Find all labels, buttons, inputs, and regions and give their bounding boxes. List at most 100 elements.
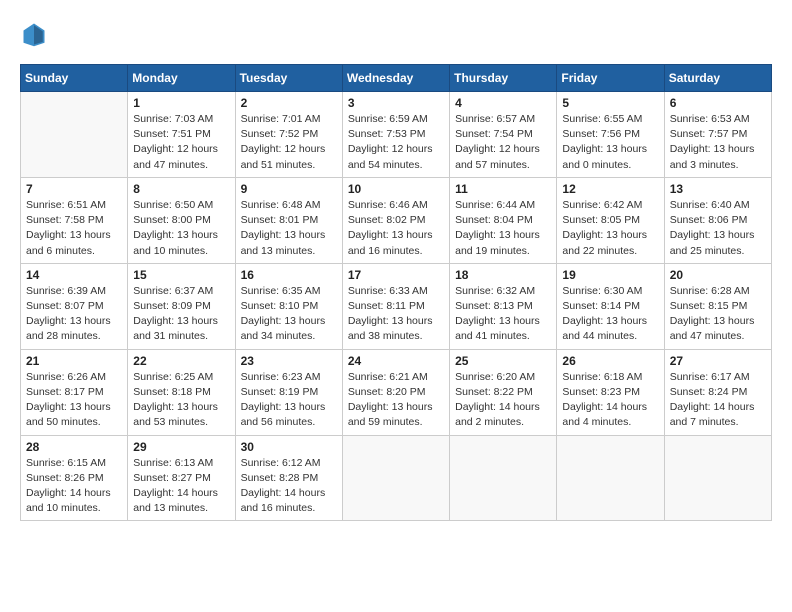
calendar-header-row: SundayMondayTuesdayWednesdayThursdayFrid… (21, 65, 772, 92)
day-number: 29 (133, 440, 229, 454)
day-info: Sunrise: 6:59 AM Sunset: 7:53 PM Dayligh… (348, 112, 444, 173)
day-info: Sunrise: 6:25 AM Sunset: 8:18 PM Dayligh… (133, 370, 229, 431)
calendar-cell: 24 Sunrise: 6:21 AM Sunset: 8:20 PM Dayli… (342, 349, 449, 435)
day-info: Sunrise: 6:40 AM Sunset: 8:06 PM Dayligh… (670, 198, 766, 259)
day-number: 18 (455, 268, 551, 282)
calendar-cell: 23Sunrise: 6:23 AM Sunset: 8:19 PM Dayli… (235, 349, 342, 435)
calendar-week-row: 21 Sunrise: 6:26 AM Sunset: 8:17 PM Dayli… (21, 349, 772, 435)
day-number: 26 (562, 354, 658, 368)
day-info: Sunrise: 6:55 AM Sunset: 7:56 PM Dayligh… (562, 112, 658, 173)
day-number: 21 (26, 354, 122, 368)
calendar-cell: 14 Sunrise: 6:39 AM Sunset: 8:07 PM Dayli… (21, 263, 128, 349)
day-info: Sunrise: 6:18 AM Sunset: 8:23 PM Dayligh… (562, 370, 658, 431)
calendar-week-row: 1Sunrise: 7:03 AM Sunset: 7:51 PM Daylig… (21, 92, 772, 178)
day-info: Sunrise: 6:37 AM Sunset: 8:09 PM Dayligh… (133, 284, 229, 345)
calendar-cell (21, 92, 128, 178)
day-number: 1 (133, 96, 229, 110)
day-number: 25 (455, 354, 551, 368)
day-number: 19 (562, 268, 658, 282)
day-info: Sunrise: 6:30 AM Sunset: 8:14 PM Dayligh… (562, 284, 658, 345)
page-header (20, 20, 772, 48)
calendar-cell (450, 435, 557, 521)
day-number: 17 (348, 268, 444, 282)
day-number: 2 (241, 96, 337, 110)
calendar-cell: 1Sunrise: 7:03 AM Sunset: 7:51 PM Daylig… (128, 92, 235, 178)
day-number: 15 (133, 268, 229, 282)
calendar-cell: 10 Sunrise: 6:46 AM Sunset: 8:02 PM Dayli… (342, 177, 449, 263)
day-info: Sunrise: 6:21 AM Sunset: 8:20 PM Dayligh… (348, 370, 444, 431)
calendar-cell: 27 Sunrise: 6:17 AM Sunset: 8:24 PM Dayli… (664, 349, 771, 435)
calendar-cell: 29 Sunrise: 6:13 AM Sunset: 8:27 PM Dayli… (128, 435, 235, 521)
day-info: Sunrise: 6:12 AM Sunset: 8:28 PM Dayligh… (241, 456, 337, 517)
day-info: Sunrise: 6:51 AM Sunset: 7:58 PM Dayligh… (26, 198, 122, 259)
calendar-cell: 20 Sunrise: 6:28 AM Sunset: 8:15 PM Dayli… (664, 263, 771, 349)
day-info: Sunrise: 6:13 AM Sunset: 8:27 PM Dayligh… (133, 456, 229, 517)
day-info: Sunrise: 6:32 AM Sunset: 8:13 PM Dayligh… (455, 284, 551, 345)
calendar-cell (342, 435, 449, 521)
day-info: Sunrise: 6:33 AM Sunset: 8:11 PM Dayligh… (348, 284, 444, 345)
calendar-cell: 15 Sunrise: 6:37 AM Sunset: 8:09 PM Dayli… (128, 263, 235, 349)
calendar-week-row: 28 Sunrise: 6:15 AM Sunset: 8:26 PM Dayli… (21, 435, 772, 521)
calendar-cell: 7 Sunrise: 6:51 AM Sunset: 7:58 PM Daylig… (21, 177, 128, 263)
day-number: 14 (26, 268, 122, 282)
day-number: 10 (348, 182, 444, 196)
day-info: Sunrise: 6:48 AM Sunset: 8:01 PM Dayligh… (241, 198, 337, 259)
calendar-cell: 30 Sunrise: 6:12 AM Sunset: 8:28 PM Dayli… (235, 435, 342, 521)
calendar-week-row: 7 Sunrise: 6:51 AM Sunset: 7:58 PM Daylig… (21, 177, 772, 263)
day-info: Sunrise: 6:46 AM Sunset: 8:02 PM Dayligh… (348, 198, 444, 259)
day-number: 7 (26, 182, 122, 196)
weekday-header: Sunday (21, 65, 128, 92)
day-info: Sunrise: 6:50 AM Sunset: 8:00 PM Dayligh… (133, 198, 229, 259)
day-number: 4 (455, 96, 551, 110)
weekday-header: Monday (128, 65, 235, 92)
day-number: 30 (241, 440, 337, 454)
calendar-cell: 21 Sunrise: 6:26 AM Sunset: 8:17 PM Dayli… (21, 349, 128, 435)
day-number: 13 (670, 182, 766, 196)
day-number: 8 (133, 182, 229, 196)
day-number: 20 (670, 268, 766, 282)
day-info: Sunrise: 6:26 AM Sunset: 8:17 PM Dayligh… (26, 370, 122, 431)
calendar-table: SundayMondayTuesdayWednesdayThursdayFrid… (20, 64, 772, 521)
day-info: Sunrise: 6:15 AM Sunset: 8:26 PM Dayligh… (26, 456, 122, 517)
weekday-header: Tuesday (235, 65, 342, 92)
day-info: Sunrise: 7:01 AM Sunset: 7:52 PM Dayligh… (241, 112, 337, 173)
day-number: 3 (348, 96, 444, 110)
day-info: Sunrise: 6:44 AM Sunset: 8:04 PM Dayligh… (455, 198, 551, 259)
calendar-cell (557, 435, 664, 521)
day-number: 27 (670, 354, 766, 368)
day-number: 22 (133, 354, 229, 368)
calendar-cell: 2 Sunrise: 7:01 AM Sunset: 7:52 PM Daylig… (235, 92, 342, 178)
calendar-cell: 26 Sunrise: 6:18 AM Sunset: 8:23 PM Dayli… (557, 349, 664, 435)
calendar-cell: 19 Sunrise: 6:30 AM Sunset: 8:14 PM Dayli… (557, 263, 664, 349)
day-info: Sunrise: 6:20 AM Sunset: 8:22 PM Dayligh… (455, 370, 551, 431)
calendar-cell: 22 Sunrise: 6:25 AM Sunset: 8:18 PM Dayli… (128, 349, 235, 435)
calendar-cell (664, 435, 771, 521)
day-info: Sunrise: 6:57 AM Sunset: 7:54 PM Dayligh… (455, 112, 551, 173)
logo (20, 20, 52, 48)
day-info: Sunrise: 6:42 AM Sunset: 8:05 PM Dayligh… (562, 198, 658, 259)
day-number: 12 (562, 182, 658, 196)
day-info: Sunrise: 6:39 AM Sunset: 8:07 PM Dayligh… (26, 284, 122, 345)
calendar-cell: 4 Sunrise: 6:57 AM Sunset: 7:54 PM Daylig… (450, 92, 557, 178)
calendar-cell: 28 Sunrise: 6:15 AM Sunset: 8:26 PM Dayli… (21, 435, 128, 521)
calendar-cell: 11 Sunrise: 6:44 AM Sunset: 8:04 PM Dayli… (450, 177, 557, 263)
calendar-week-row: 14 Sunrise: 6:39 AM Sunset: 8:07 PM Dayli… (21, 263, 772, 349)
calendar-cell: 25 Sunrise: 6:20 AM Sunset: 8:22 PM Dayli… (450, 349, 557, 435)
logo-icon (20, 20, 48, 48)
day-number: 6 (670, 96, 766, 110)
weekday-header: Friday (557, 65, 664, 92)
day-number: 24 (348, 354, 444, 368)
day-number: 28 (26, 440, 122, 454)
day-number: 11 (455, 182, 551, 196)
day-info: Sunrise: 6:17 AM Sunset: 8:24 PM Dayligh… (670, 370, 766, 431)
calendar-cell: 16Sunrise: 6:35 AM Sunset: 8:10 PM Dayli… (235, 263, 342, 349)
calendar-cell: 9Sunrise: 6:48 AM Sunset: 8:01 PM Daylig… (235, 177, 342, 263)
day-number: 16 (241, 268, 337, 282)
calendar-cell: 6 Sunrise: 6:53 AM Sunset: 7:57 PM Daylig… (664, 92, 771, 178)
weekday-header: Wednesday (342, 65, 449, 92)
day-info: Sunrise: 6:28 AM Sunset: 8:15 PM Dayligh… (670, 284, 766, 345)
calendar-cell: 17 Sunrise: 6:33 AM Sunset: 8:11 PM Dayli… (342, 263, 449, 349)
day-info: Sunrise: 6:53 AM Sunset: 7:57 PM Dayligh… (670, 112, 766, 173)
weekday-header: Saturday (664, 65, 771, 92)
calendar-cell: 8 Sunrise: 6:50 AM Sunset: 8:00 PM Daylig… (128, 177, 235, 263)
